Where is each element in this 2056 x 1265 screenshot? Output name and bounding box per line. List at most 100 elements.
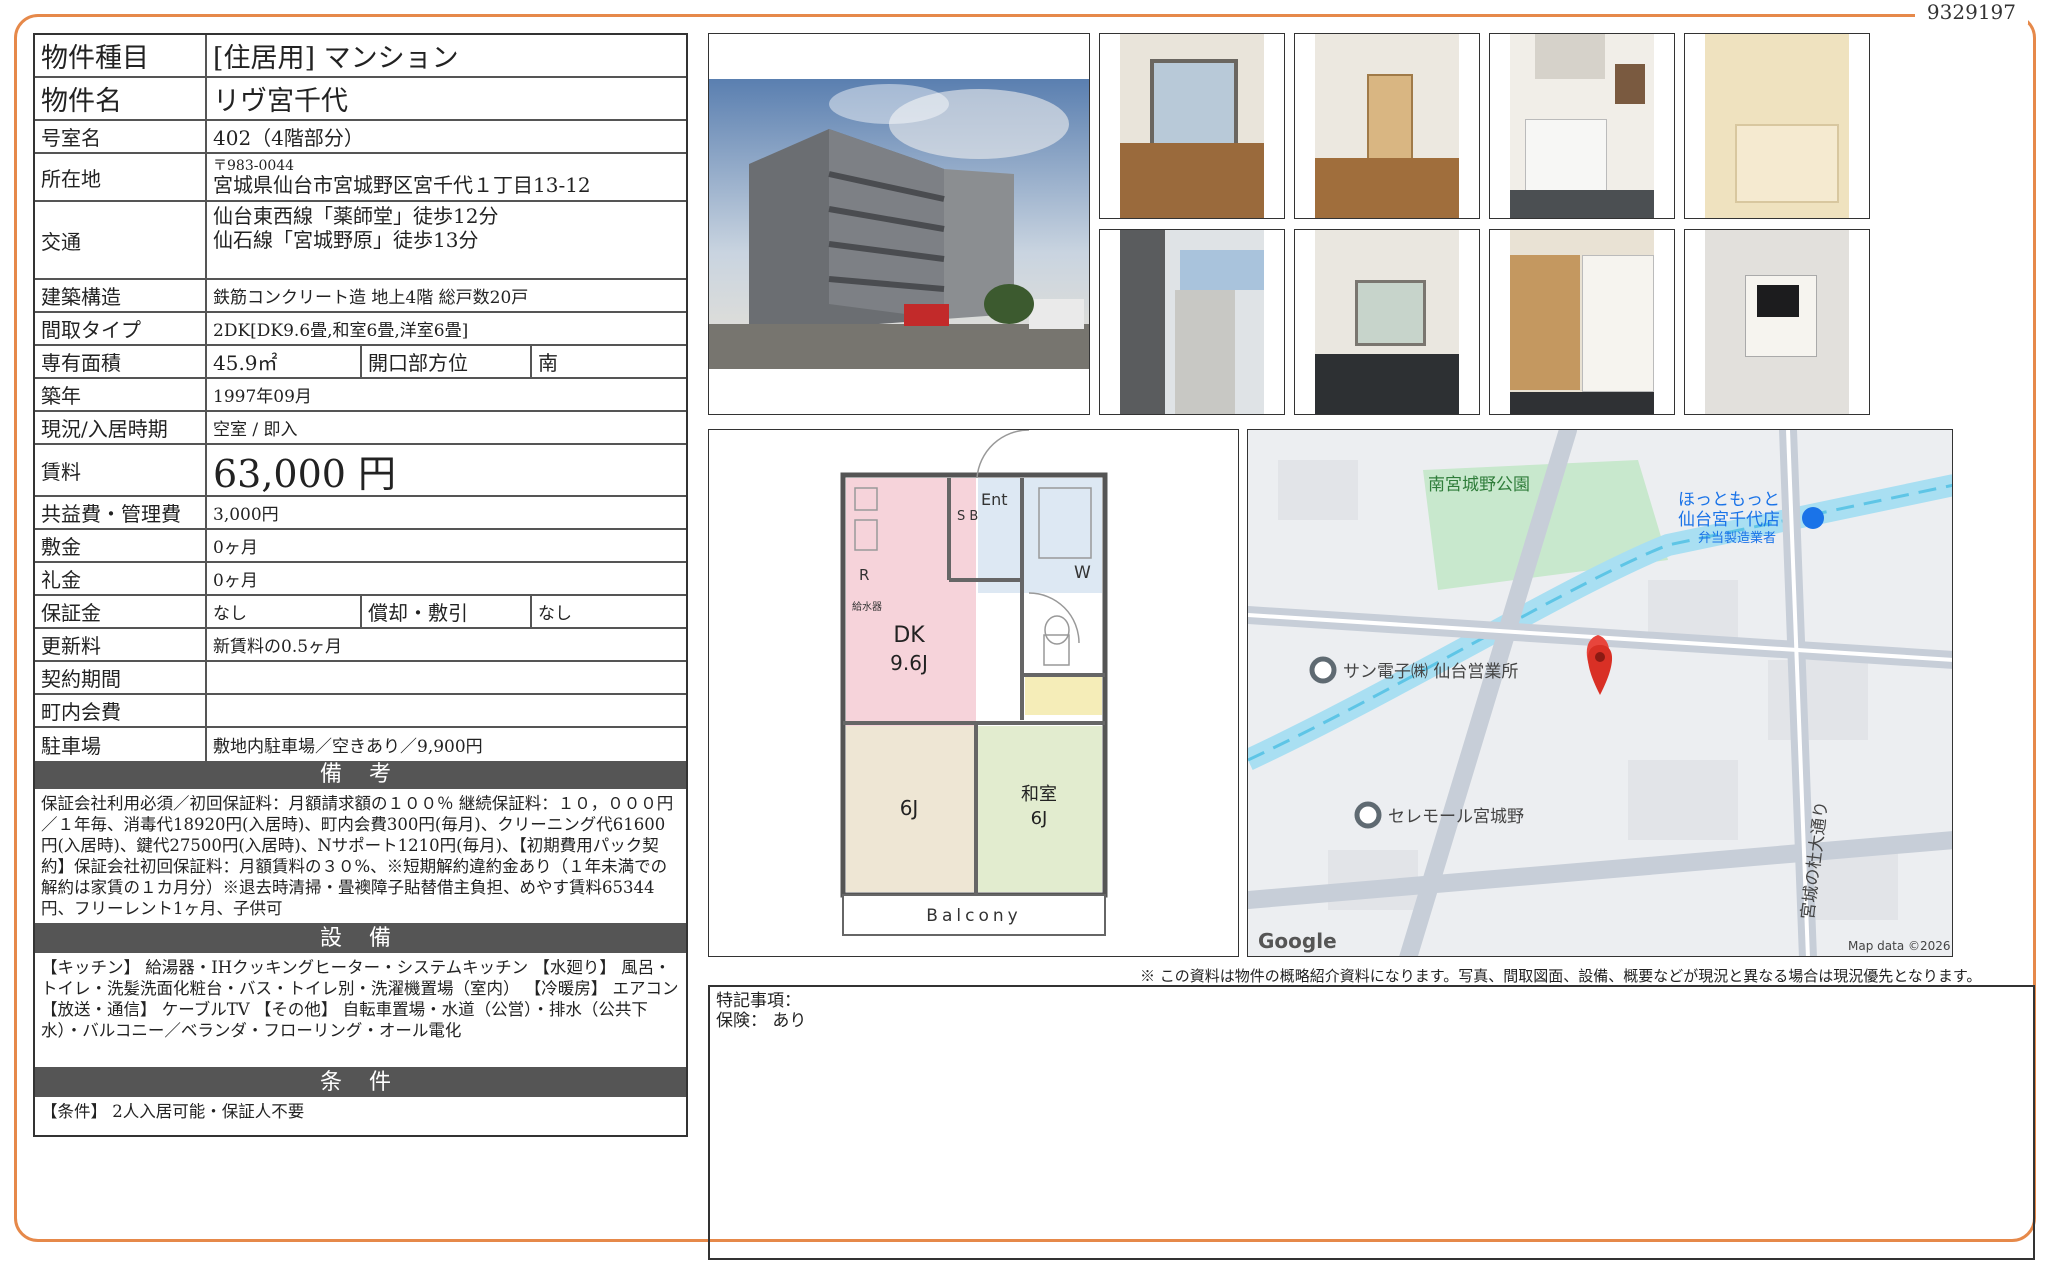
status-value: 空室 / 即入 — [213, 420, 298, 440]
facilities-text: 【キッチン】 給湯器・IHクッキングヒーター・システムキッチン 【水廻り】 風呂… — [35, 953, 686, 1069]
contract-value — [207, 662, 686, 693]
row-renewal: 更新料 新賃料の0.5ヶ月 — [35, 629, 686, 662]
map-shop-branch: 仙台宮千代店 — [1678, 510, 1780, 530]
room-photo-1 — [1099, 33, 1285, 219]
row-status: 現況/入居時期 空室 / 即入 — [35, 412, 686, 445]
row-name: 物件名 リヴ宮千代 — [35, 78, 686, 121]
key-money-value: 0ヶ月 — [213, 571, 258, 591]
postal-code: 〒983-0044 — [213, 158, 295, 174]
plan-balcony-label: Balcony — [926, 906, 1021, 926]
transit-1: 仙台東西線「薬師堂」徒歩12分 — [213, 204, 499, 228]
fee-label: 共益費・管理費 — [35, 497, 207, 528]
disclaimer-notice: ※ この資料は物件の概略紹介資料になります。写真、間取図面、設備、概要などが現況… — [1140, 967, 1982, 985]
amort-value: なし — [538, 604, 572, 624]
row-key-money: 礼金 0ヶ月 — [35, 563, 686, 596]
town-label: 町内会費 — [35, 695, 207, 726]
type-value: [住居用] マンション — [213, 43, 459, 74]
shop-bag-icon[interactable] — [1802, 507, 1824, 529]
structure-value: 鉄筋コンクリート造 地上4階 総戸数20戸 — [213, 288, 529, 308]
conditions-heading: 条 件 — [35, 1069, 686, 1097]
transit-2: 仙石線「宮城野原」徒歩13分 — [213, 228, 479, 252]
room-photo-2 — [1294, 33, 1480, 219]
renewal-label: 更新料 — [35, 629, 207, 660]
deposit-label: 敷金 — [35, 530, 207, 561]
map-poi-icon-1[interactable] — [1309, 656, 1337, 684]
balcony-photo — [1099, 229, 1285, 415]
layout-label: 間取タイプ — [35, 313, 207, 344]
structure-label: 建築構造 — [35, 280, 207, 311]
parking-value: 敷地内駐車場／空きあり／9,900円 — [213, 737, 483, 757]
row-parking: 駐車場 敷地内駐車場／空きあり／9,900円 — [35, 728, 686, 761]
transit-label: 交通 — [35, 202, 207, 278]
room-label: 号室名 — [35, 121, 207, 152]
row-contract: 契約期間 — [35, 662, 686, 695]
row-deposit: 敷金 0ヶ月 — [35, 530, 686, 563]
map-poi-icon-2[interactable] — [1354, 801, 1382, 829]
row-room: 号室名 402（4階部分） — [35, 121, 686, 154]
area-value: 45.9㎡ — [207, 346, 362, 377]
built-value: 1997年09月 — [213, 387, 312, 407]
special-notes-insurance: 保険： あり — [716, 1011, 807, 1031]
row-built: 築年 1997年09月 — [35, 379, 686, 412]
facilities-heading: 設 備 — [35, 925, 686, 953]
address-label: 所在地 — [35, 154, 207, 200]
plan-dk-size: 9.6J — [890, 651, 928, 675]
renewal-value: 新賃料の0.5ヶ月 — [213, 637, 343, 657]
layout-value: 2DK[DK9.6畳,和室6畳,洋室6畳] — [213, 321, 469, 341]
floor-plan: Ent S B W R 給水器 DK 9.6J 6J 和室 6J Balcony — [708, 429, 1239, 957]
row-address: 所在地 〒983-0044 宮城県仙台市宮城野区宮千代１丁目13-12 — [35, 154, 686, 202]
plan-washitsu-label: 和室 — [1021, 784, 1057, 805]
plan-w-label: W — [1074, 563, 1091, 583]
intercom-photo — [1684, 229, 1870, 415]
plan-room1-label: 6J — [900, 796, 919, 820]
remarks-heading: 備 考 — [35, 761, 686, 789]
row-layout: 間取タイプ 2DK[DK9.6畳,和室6畳,洋室6畳] — [35, 313, 686, 346]
bathroom-photo — [1684, 33, 1870, 219]
row-town: 町内会費 — [35, 695, 686, 728]
plan-dk-label: DK — [893, 623, 925, 648]
conditions-text: 【条件】 2人入居可能・保証人不要 — [41, 1102, 305, 1121]
map-shop-name: ほっともっと — [1678, 490, 1780, 510]
map-data-credit: Map data ©2026 — [1848, 939, 1951, 953]
guarantee-label: 保証金 — [35, 596, 207, 627]
property-info-table: 物件種目 [住居用] マンション 物件名 リヴ宮千代 号室名 402（4階部分）… — [33, 33, 688, 1137]
key-money-label: 礼金 — [35, 563, 207, 594]
plan-r-label: R — [859, 566, 869, 584]
plan-water-heater-label: 給水器 — [852, 600, 882, 613]
map-poi-2: セレモール宮城野 — [1388, 807, 1524, 827]
map-park-label: 南宮城野公園 — [1428, 475, 1530, 495]
type-label: 物件種目 — [35, 35, 207, 76]
row-fee: 共益費・管理費 3,000円 — [35, 497, 686, 530]
address-value: 宮城県仙台市宮城野区宮千代１丁目13-12 — [213, 173, 591, 197]
map-poi-1: サン電子㈱ 仙台営業所 — [1343, 662, 1518, 682]
direction-value: 南 — [538, 351, 558, 375]
special-notes-box: 特記事項： 保険： あり — [708, 985, 2035, 1260]
rent-label: 賃料 — [35, 445, 207, 495]
row-guarantee: 保証金 なし 償却・敷引 なし — [35, 596, 686, 629]
guarantee-value: なし — [207, 596, 362, 627]
contract-label: 契約期間 — [35, 662, 207, 693]
direction-label: 開口部方位 — [362, 346, 532, 377]
plan-ent-label: Ent — [981, 490, 1008, 509]
room-value: 402（4階部分） — [213, 126, 364, 150]
name-label: 物件名 — [35, 78, 207, 119]
plan-washitsu-size: 6J — [1031, 808, 1048, 829]
building-exterior-photo — [708, 33, 1090, 415]
row-area: 専有面積 45.9㎡ 開口部方位 南 — [35, 346, 686, 379]
parking-label: 駐車場 — [35, 728, 207, 761]
fee-value: 3,000円 — [213, 505, 279, 525]
built-label: 築年 — [35, 379, 207, 410]
location-map[interactable]: 南宮城野公園 ほっともっと 仙台宮千代店 弁当製造業者 サン電子㈱ 仙台営業所 … — [1247, 429, 1953, 957]
closet-photo — [1489, 229, 1675, 415]
document-number: 9329197 — [1914, 0, 2028, 24]
amort-label: 償却・敷引 — [362, 596, 532, 627]
kitchen-photo — [1489, 33, 1675, 219]
status-label: 現況/入居時期 — [35, 412, 207, 443]
rent-value: 63,000 円 — [213, 451, 397, 496]
row-transit: 交通 仙台東西線「薬師堂」徒歩12分 仙石線「宮城野原」徒歩13分 — [35, 202, 686, 280]
area-label: 専有面積 — [35, 346, 207, 377]
special-notes-title: 特記事項： — [716, 991, 801, 1011]
room-photo-3 — [1294, 229, 1480, 415]
google-logo: Google — [1258, 929, 1337, 953]
name-value: リヴ宮千代 — [213, 86, 348, 117]
